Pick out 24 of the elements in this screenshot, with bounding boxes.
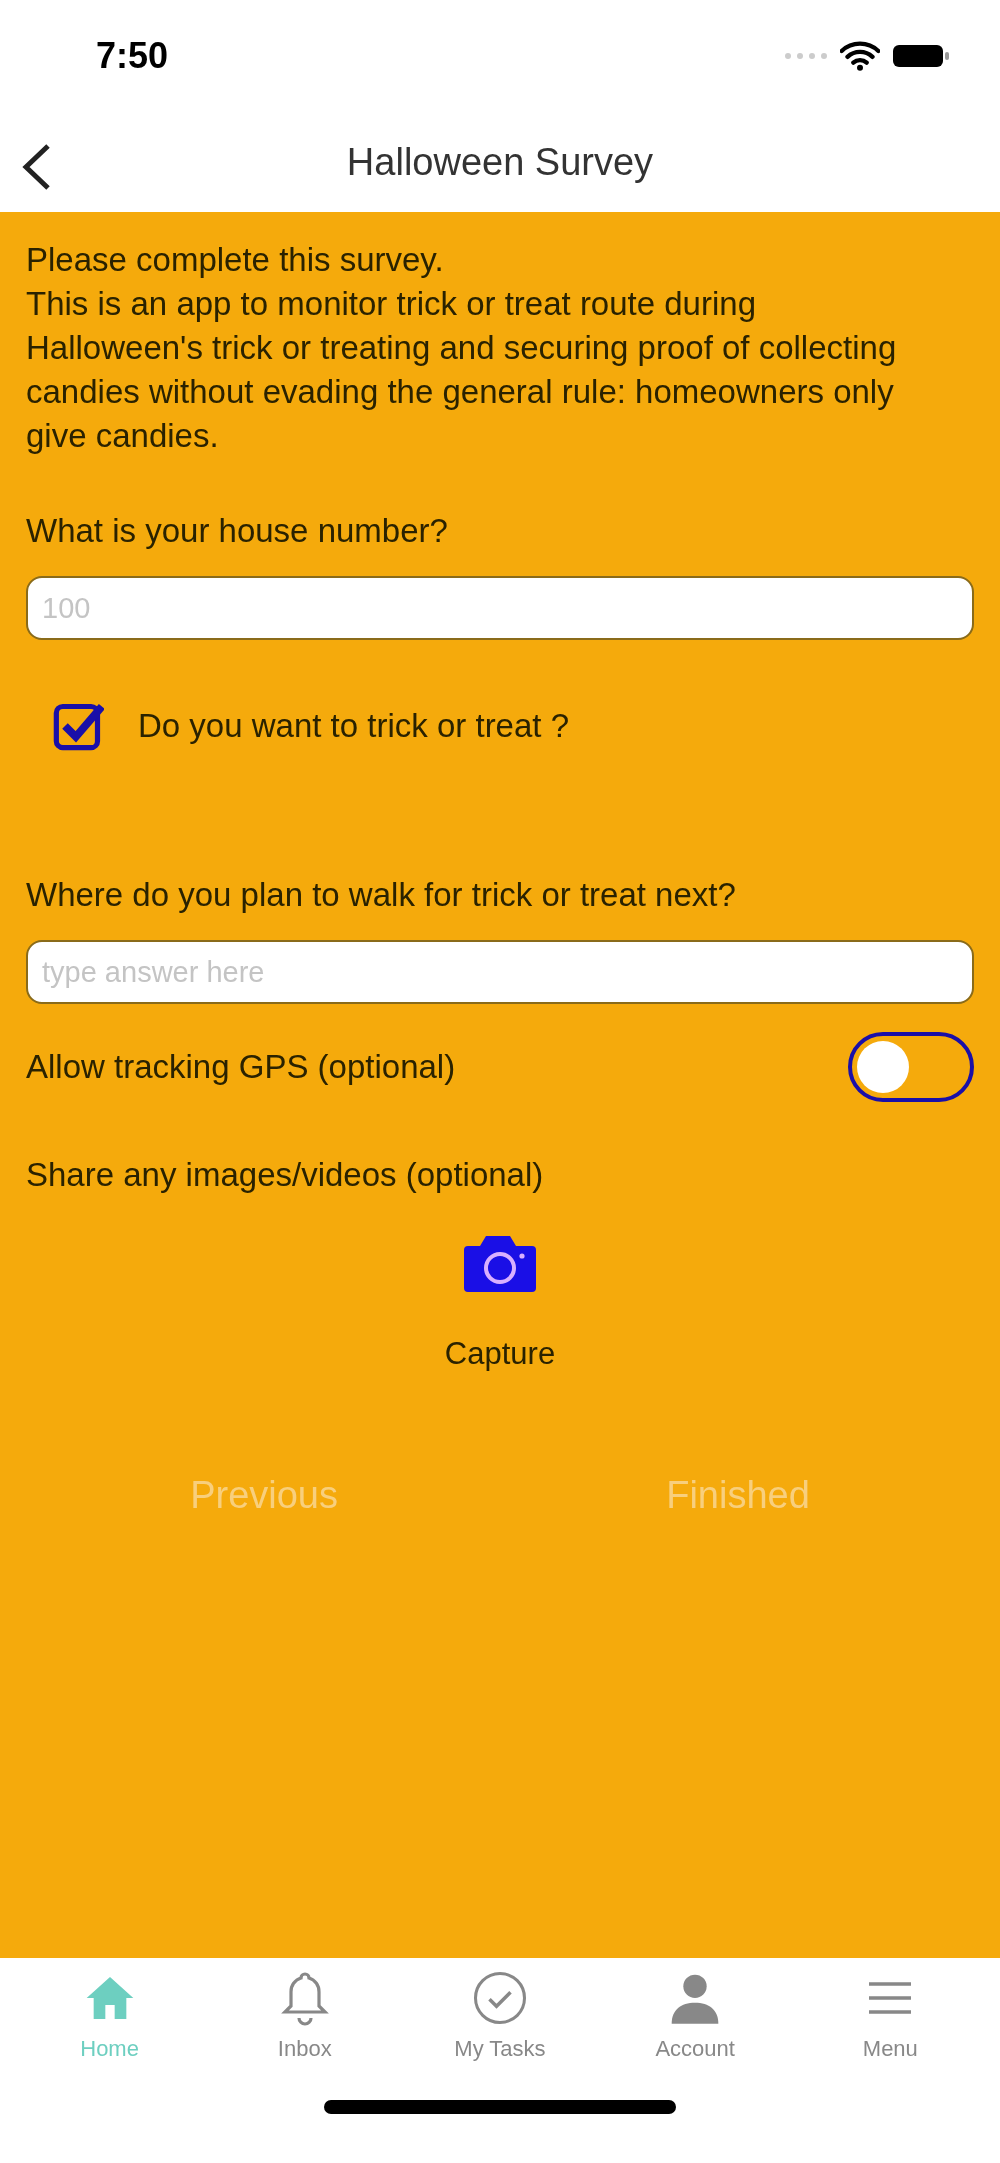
signal-icon — [784, 52, 828, 60]
tab-item[interactable]: Account — [620, 1970, 771, 2090]
camera-icon[interactable] — [462, 1234, 538, 1292]
question-label: Where do you plan to walk for trick or treat next? — [26, 876, 737, 914]
intro-paragraph: This is an app to monitor trick or treat route during Halloween's trick or treating and securing proof of collecting candies without evading the general rule: homeowners only give candies. — [26, 284, 898, 456]
question-label: What is your house number? — [26, 512, 449, 550]
capture-button[interactable]: Capture — [440, 1332, 560, 1376]
intro-paragraph: Please complete this survey. — [26, 240, 445, 280]
screen-title: Halloween Survey — [346, 140, 654, 184]
toggle-switch[interactable] — [848, 1032, 974, 1102]
check-circle-icon — [471, 1970, 528, 2026]
input-field[interactable]: type answer here — [26, 940, 974, 1004]
bell-icon — [280, 1970, 329, 2026]
tab-item[interactable]: Home — [34, 1970, 185, 2090]
status-time: 7:50 — [96, 35, 169, 77]
input-field[interactable]: 100 — [26, 576, 974, 640]
checkbox-label: Do you want to trick or treat ? — [138, 707, 569, 745]
toggle-label: Allow tracking GPS (optional) — [26, 1048, 456, 1086]
tab-item[interactable]: Inbox — [229, 1970, 380, 2090]
tab-item[interactable]: Menu — [815, 1970, 966, 2090]
wifi-icon — [840, 41, 880, 71]
battery-icon — [892, 43, 950, 69]
question-label: Share any images/videos (optional) — [26, 1156, 545, 1194]
tab-item[interactable]: My Tasks — [424, 1970, 575, 2090]
